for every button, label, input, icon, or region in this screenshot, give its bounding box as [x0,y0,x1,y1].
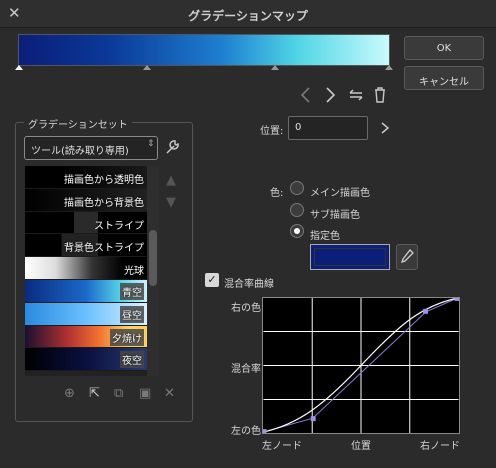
list-item[interactable]: 夕焼け [25,325,147,349]
gradient-node[interactable] [271,65,279,70]
list-item[interactable]: 青空 [25,279,147,303]
color-label: 色: [270,188,284,199]
blend-curve-graph[interactable] [262,297,460,434]
x-axis-mid-label: 位置 [351,441,371,452]
color-swatch-fill [314,248,386,266]
scrollbar-thumb[interactable] [149,230,157,286]
import-icon[interactable]: ⇱ [89,386,100,401]
curve-control-point[interactable] [310,416,316,422]
chevron-right-icon[interactable] [378,120,392,136]
y-axis-bottom-label: 左の色 [231,426,261,437]
gradient-node[interactable] [385,65,393,70]
position-label: 位置: [260,126,284,137]
sub-color-label: サブ描画色 [310,210,360,221]
cancel-button[interactable]: キャンセル [404,66,484,90]
curve-control-point[interactable] [454,297,460,301]
radio-main-color[interactable] [290,181,304,195]
trash-icon[interactable] [370,85,390,105]
gradient-node[interactable] [15,65,23,70]
window-title: グラデーションマップ [188,9,308,23]
chevron-right-icon[interactable] [320,85,340,105]
blend-curve-checkbox[interactable]: ✓ [205,273,219,287]
ok-button[interactable]: OK [404,36,484,60]
list-item-label: 背景色ストライプ [64,243,144,255]
blend-curve-label: 混合率曲線 [224,279,274,290]
add-gradient-icon[interactable]: ⊕ [64,386,75,401]
chevron-left-icon[interactable] [296,85,316,105]
color-swatch[interactable] [310,244,390,270]
list-item[interactable]: 描画色から背景色 [25,188,147,212]
eyedropper-button[interactable] [396,244,418,270]
gradient-set-select[interactable]: ツール(読み取り専用) [24,136,158,160]
list-item-label: 夜空 [120,351,144,369]
list-item[interactable]: 光球 [25,257,147,280]
wrench-icon[interactable] [164,139,180,155]
radio-specified-color[interactable] [290,224,304,238]
y-axis-top-label: 右の色 [231,303,261,314]
list-scrollbar[interactable] [147,166,159,376]
list-item[interactable]: 夜空 [25,348,147,372]
x-axis-right-label: 右ノード [420,441,460,452]
gradient-node[interactable] [143,65,151,70]
flip-icon[interactable] [346,85,366,105]
list-item[interactable]: 昼空 [25,302,147,326]
specified-color-label: 指定色 [310,231,340,242]
list-item-label: 青空 [120,282,144,300]
curve-control-point[interactable] [262,429,267,434]
chevron-updown-icon: ⇕ [147,139,155,149]
x-axis-left-label: 左ノード [262,441,302,452]
list-item[interactable]: ストライプ [25,211,147,235]
list-item[interactable]: 描画色から透明色 [25,166,147,189]
list-item-label: 描画色から透明色 [64,175,144,186]
control-polygon [263,298,458,433]
gradient-list[interactable]: 描画色から透明色 描画色から背景色 ストライプ 背景色ストライプ 光球 青空 昼… [25,166,159,376]
copy-icon[interactable]: ▣ [139,386,151,401]
delete-gradient-icon[interactable]: ✕ [164,386,175,401]
eyedropper-icon [400,249,414,264]
list-item[interactable]: 背景色ストライプ [25,234,147,258]
blend-curve-line [263,298,458,433]
title-bar: ✕ グラデーションマップ [0,0,496,28]
main-color-label: メイン描画色 [310,188,370,199]
radio-sub-color[interactable] [290,203,304,217]
curve-control-point[interactable] [423,308,429,314]
move-down-icon[interactable]: ▼ [166,196,176,209]
list-item-label: 光球 [124,266,144,278]
gradient-set-label: グラデーションセット [24,116,132,131]
list-item-label: 描画色から背景色 [64,197,144,209]
list-item-label: 夕焼け [110,328,144,346]
y-axis-mid-label: 混合率 [231,364,261,375]
gradient-preview[interactable] [18,34,390,66]
position-input[interactable]: 0 [288,116,368,140]
list-item-label: ストライプ [94,220,144,232]
move-up-icon[interactable]: ▲ [166,174,176,187]
list-item-label: 昼空 [120,305,144,323]
duplicate-icon[interactable]: ⧉ [114,386,123,401]
